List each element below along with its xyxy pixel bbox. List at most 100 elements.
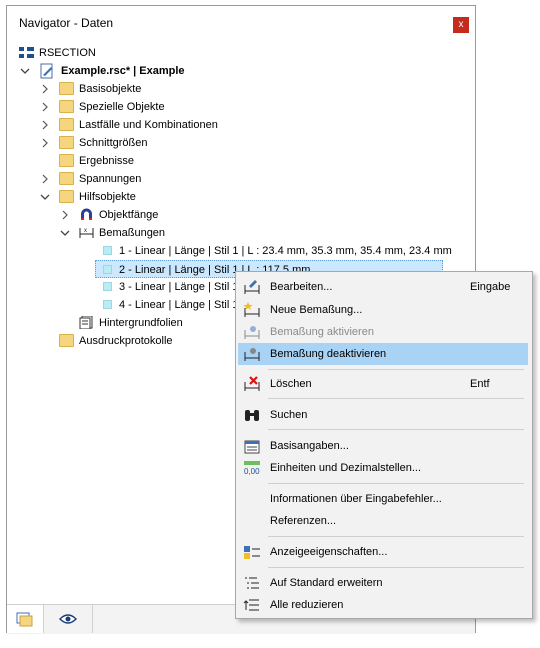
menu-label: Suchen: [270, 409, 308, 421]
chevron-down-icon[interactable]: [59, 224, 71, 242]
display-properties-icon: [244, 546, 260, 559]
window-title: Navigator - Daten: [19, 16, 114, 30]
tree-item-label: Basisobjekte: [79, 83, 142, 95]
tree-item-spannungen[interactable]: Spannungen: [37, 170, 257, 188]
tree-item-label: Spezielle Objekte: [79, 101, 165, 113]
chevron-right-icon[interactable]: [39, 98, 51, 116]
dimension-color-icon: [103, 282, 112, 291]
menu-label: Bearbeiten...: [270, 281, 333, 293]
tree-root[interactable]: RSECTION: [17, 44, 217, 62]
tree-item-label: Hintergrundfolien: [99, 317, 183, 329]
root-label: RSECTION: [39, 47, 96, 59]
eye-icon: [59, 614, 77, 624]
dimension-label: 3 - Linear | Länge | Stil 1: [119, 281, 239, 293]
tree-item-label: Spannungen: [79, 173, 142, 185]
tree-item-lastfaelle[interactable]: Lastfälle und Kombinationen: [37, 116, 257, 134]
menu-item-anzeige[interactable]: Anzeigeeigenschaften...: [238, 541, 528, 563]
menu-item-bearbeiten[interactable]: Bearbeiten... Eingabe: [238, 276, 528, 298]
menu-separator: [268, 536, 524, 537]
dimension-color-icon: [103, 300, 112, 309]
folder-icon: [59, 172, 74, 185]
tree-item-hilfsobjekte[interactable]: Hilfsobjekte: [37, 188, 257, 206]
menu-separator: [268, 483, 524, 484]
menu-label: Bemaßung deaktivieren: [270, 348, 387, 360]
dimension-icon: x: [79, 228, 94, 238]
menu-item-loeschen[interactable]: Löschen Entf: [238, 373, 528, 395]
dimension-item[interactable]: 1 - Linear | Länge | Stil 1 | L : 23.4 m…: [99, 242, 459, 260]
menu-separator: [268, 369, 524, 370]
chevron-right-icon[interactable]: [39, 170, 51, 188]
expand-all-icon: [245, 577, 259, 589]
menu-label: Auf Standard erweitern: [270, 577, 383, 589]
tree-item-basisobjekte[interactable]: Basisobjekte: [37, 80, 257, 98]
chevron-right-icon[interactable]: [39, 116, 51, 134]
menu-shortcut: Eingabe: [470, 281, 511, 293]
activate-dimension-icon: [244, 326, 260, 339]
tree-file[interactable]: Example.rsc* | Example: [17, 62, 277, 80]
menu-item-neue-bemassung[interactable]: Neue Bemaßung...: [238, 299, 528, 321]
chevron-right-icon[interactable]: [59, 206, 71, 224]
tree-item-label: Ausdruckprotokolle: [79, 335, 173, 347]
folder-icon: [59, 118, 74, 131]
dimension-item[interactable]: 3 - Linear | Länge | Stil 1: [99, 278, 239, 296]
menu-item-aktivieren[interactable]: Bemaßung aktivieren: [238, 321, 528, 343]
folder-icon: [59, 136, 74, 149]
menu-separator: [268, 567, 524, 568]
menu-item-deaktivieren[interactable]: Bemaßung deaktivieren: [238, 343, 528, 365]
base-data-icon: [244, 440, 260, 454]
collapse-all-icon: [243, 599, 259, 611]
edit-dimension-icon: [244, 280, 260, 294]
svg-text:0,00: 0,00: [244, 467, 260, 476]
tree-item-hintergrundfolien[interactable]: Hintergrundfolien: [57, 314, 237, 332]
menu-item-reduzieren[interactable]: Alle reduzieren: [238, 594, 528, 616]
new-dimension-icon: [243, 302, 260, 317]
binoculars-icon: [245, 410, 259, 421]
rsection-flag-icon: [19, 47, 34, 58]
menu-separator: [268, 398, 524, 399]
folder-icon: [59, 334, 74, 347]
chevron-right-icon[interactable]: [39, 134, 51, 152]
close-button[interactable]: x: [453, 17, 469, 33]
tree-item-ergebnisse[interactable]: Ergebnisse: [37, 152, 257, 170]
menu-label: Alle reduzieren: [270, 599, 344, 611]
menu-item-basisangaben[interactable]: Basisangaben...: [238, 435, 528, 457]
data-navigator-icon: [16, 612, 33, 627]
dimension-label: 1 - Linear | Länge | Stil 1 | L : 23.4 m…: [119, 245, 452, 257]
tab-view[interactable]: [44, 605, 93, 633]
file-label: Example.rsc* | Example: [61, 65, 185, 77]
menu-label: Löschen: [270, 378, 312, 390]
menu-item-erweitern[interactable]: Auf Standard erweitern: [238, 572, 528, 594]
dimension-color-icon: [103, 265, 112, 274]
dimension-item[interactable]: 4 - Linear | Länge | Stil 1: [99, 296, 239, 314]
menu-label: Referenzen...: [270, 515, 337, 527]
delete-icon: [244, 376, 260, 391]
folder-icon: [59, 100, 74, 113]
tree-item-label: Hilfsobjekte: [79, 191, 136, 203]
tree-item-schnittgroessen[interactable]: Schnittgrößen: [37, 134, 257, 152]
menu-label: Neue Bemaßung...: [270, 304, 363, 316]
folder-icon: [59, 154, 74, 167]
tree-item-label: Objektfänge: [99, 209, 159, 221]
background-layer-icon: [79, 316, 93, 329]
menu-item-referenzen[interactable]: Referenzen...: [238, 510, 528, 532]
menu-label: Basisangaben...: [270, 440, 349, 452]
menu-label: Einheiten und Dezimalstellen...: [270, 462, 422, 474]
file-icon: [40, 63, 53, 79]
chevron-down-icon[interactable]: [39, 188, 51, 206]
tree-item-spezielle-objekte[interactable]: Spezielle Objekte: [37, 98, 257, 116]
tree-item-label: Lastfälle und Kombinationen: [79, 119, 218, 131]
chevron-right-icon[interactable]: [39, 80, 51, 98]
menu-item-einheiten[interactable]: 0,00 Einheiten und Dezimalstellen...: [238, 457, 528, 479]
menu-item-informationen[interactable]: Informationen über Eingabefehler...: [238, 488, 528, 510]
tab-data[interactable]: [7, 605, 44, 633]
magnet-icon: [81, 208, 92, 220]
tree-item-ausdruckprotokolle[interactable]: Ausdruckprotokolle: [37, 332, 237, 350]
tree-item-objektfaenge[interactable]: Objektfänge: [57, 206, 237, 224]
chevron-down-icon[interactable]: [19, 62, 31, 80]
context-menu: Bearbeiten... Eingabe Neue Bemaßung... B…: [235, 271, 533, 619]
menu-separator: [268, 429, 524, 430]
tree-item-bemassungen[interactable]: x Bemaßungen: [57, 224, 237, 242]
menu-label: Anzeigeeigenschaften...: [270, 546, 388, 558]
tree-item-label: Ergebnisse: [79, 155, 135, 167]
menu-item-suchen[interactable]: Suchen: [238, 404, 528, 426]
